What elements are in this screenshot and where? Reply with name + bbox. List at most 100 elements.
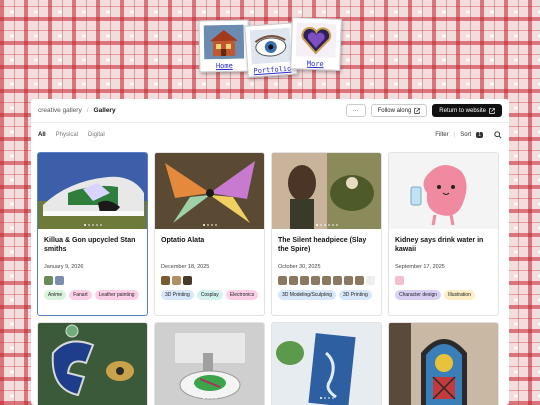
card-image[interactable]: [155, 323, 264, 405]
tag-chip[interactable]: Fanart: [69, 290, 92, 300]
nav-home-link[interactable]: Home: [204, 62, 244, 71]
card-tags: 3D Modeling/Sculpting 3D Printing: [272, 285, 381, 306]
heart-icon: [295, 22, 337, 58]
filter-divider: |: [453, 132, 456, 138]
card-title: Optatio Alata: [161, 237, 205, 244]
gallery-card[interactable]: Optatio Alata December 18, 2025 3D Print…: [154, 152, 265, 316]
headpiece-image: [272, 153, 381, 229]
more-options-label: ···: [352, 107, 359, 114]
carousel-dots: [272, 397, 381, 399]
house-icon: [203, 24, 245, 60]
nav-portfolio-link[interactable]: Portfolio: [252, 65, 292, 76]
cyanotype-image: [272, 323, 381, 405]
nav-more-link[interactable]: More: [295, 59, 335, 69]
media-chip[interactable]: [322, 276, 331, 285]
card-image[interactable]: [272, 153, 381, 229]
sort-count-badge: 1: [476, 132, 483, 138]
card-media-chips: [38, 270, 147, 285]
gallery-card[interactable]: [37, 322, 148, 405]
media-chip[interactable]: [311, 276, 320, 285]
media-chip[interactable]: [183, 276, 192, 285]
media-chip[interactable]: [55, 276, 64, 285]
tag-chip[interactable]: Leather painting: [94, 290, 139, 300]
tag-chip[interactable]: Electronics: [225, 290, 259, 300]
card-date: October 30, 2025: [278, 264, 321, 270]
media-chip[interactable]: [395, 276, 404, 285]
filter-button[interactable]: Filter: [435, 132, 448, 138]
card-tags: 3D Printing Cosplay Electronics: [155, 285, 264, 306]
carousel-dots: [155, 397, 264, 399]
breadcrumb-separator: /: [86, 107, 89, 114]
card-image[interactable]: [389, 323, 498, 405]
tag-chip[interactable]: 3D Modeling/Sculpting: [278, 290, 337, 300]
card-tags: Character design Illustration: [389, 285, 498, 306]
media-chip[interactable]: [300, 276, 309, 285]
sort-button[interactable]: Sort: [460, 132, 471, 138]
return-to-website-button[interactable]: Return to website: [432, 104, 502, 117]
tab-digital[interactable]: Digital: [88, 132, 105, 138]
pins-image: [38, 323, 147, 405]
media-chip[interactable]: [344, 276, 353, 285]
tag-chip[interactable]: Character design: [395, 290, 442, 300]
embroidery-image: [155, 323, 264, 405]
card-media-chips: [272, 270, 381, 285]
tag-chip[interactable]: 3D Printing: [339, 290, 372, 300]
gallery-panel: creative gallery / Gallery ··· Follow al…: [31, 99, 509, 405]
filter-sort-controls: Filter | Sort 1: [435, 131, 502, 139]
follow-along-label: Follow along: [377, 107, 412, 114]
gallery-card[interactable]: Killua & Gon upcycled Stan smiths Januar…: [37, 152, 148, 316]
gallery-card[interactable]: The Silent headpiece (Slay the Spire) Oc…: [271, 152, 382, 316]
card-title: The Silent headpiece (Slay the Spire): [278, 237, 367, 254]
eye-icon: [249, 27, 292, 65]
card-image[interactable]: [389, 153, 498, 229]
kidney-character-image: [389, 153, 498, 229]
card-image[interactable]: [38, 323, 147, 405]
tag-chip[interactable]: 3D Printing: [161, 290, 194, 300]
search-icon[interactable]: [494, 131, 502, 139]
tag-chip[interactable]: Cosplay: [196, 290, 223, 300]
carousel-dots: [155, 224, 264, 226]
stained-glass-image: [389, 323, 498, 405]
card-media-chips: [389, 270, 498, 285]
tab-physical[interactable]: Physical: [56, 132, 78, 138]
card-media-chips: [155, 270, 264, 285]
carousel-dots: [272, 224, 381, 226]
gallery-card[interactable]: [154, 322, 265, 405]
nav-portfolio-polaroid[interactable]: Portfolio: [244, 22, 298, 78]
carousel-dots: [38, 224, 147, 226]
media-chip[interactable]: [289, 276, 298, 285]
card-image[interactable]: [155, 153, 264, 229]
media-chip[interactable]: [333, 276, 342, 285]
card-date: September 17, 2025: [395, 264, 445, 270]
media-chip[interactable]: [278, 276, 287, 285]
gallery-card[interactable]: [388, 322, 499, 405]
nav-home-polaroid[interactable]: Home: [198, 19, 250, 73]
card-date: December 18, 2025: [161, 264, 210, 270]
card-tags: Anime Fanart Leather painting: [38, 285, 147, 306]
card-image[interactable]: [272, 323, 381, 405]
breadcrumb-site[interactable]: creative gallery: [38, 107, 82, 114]
tag-chip[interactable]: Anime: [44, 290, 67, 300]
media-chip[interactable]: [44, 276, 53, 285]
breadcrumb-page: Gallery: [93, 107, 116, 114]
nav-more-polaroid[interactable]: More: [290, 17, 342, 71]
media-chip[interactable]: [172, 276, 181, 285]
card-date: January 9, 2026: [44, 264, 84, 270]
category-tabs: All Physical Digital Filter | Sort 1: [31, 125, 509, 145]
card-image[interactable]: [38, 153, 147, 229]
tag-chip[interactable]: Illustration: [444, 290, 475, 300]
sneaker-image: [38, 153, 147, 229]
gallery-card[interactable]: Kidney says drink water in kawaii Septem…: [388, 152, 499, 316]
wings-image: [155, 153, 264, 229]
card-title: Killua & Gon upcycled Stan smiths: [44, 237, 136, 254]
media-chip[interactable]: [355, 276, 364, 285]
media-chip[interactable]: [366, 276, 375, 285]
return-to-website-label: Return to website: [439, 107, 486, 114]
tab-all[interactable]: All: [38, 132, 46, 138]
more-options-button[interactable]: ···: [345, 104, 366, 117]
external-link-icon: [414, 107, 421, 114]
external-link-icon: [489, 107, 495, 114]
media-chip[interactable]: [161, 276, 170, 285]
gallery-card[interactable]: [271, 322, 382, 405]
follow-along-button[interactable]: Follow along: [370, 104, 428, 117]
